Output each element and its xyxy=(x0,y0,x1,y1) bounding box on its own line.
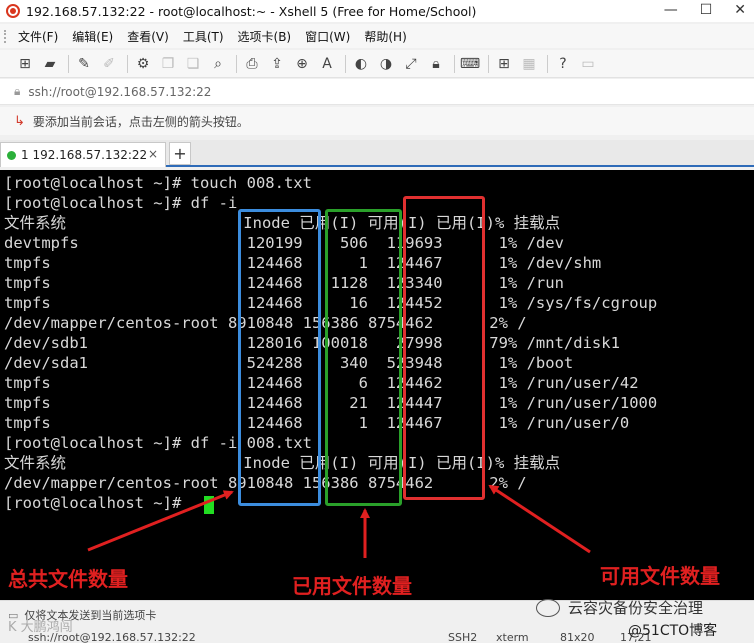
copy-icon[interactable]: ❐ xyxy=(157,53,179,75)
status-term: xterm xyxy=(496,631,529,643)
toolbar-separator xyxy=(68,54,69,73)
status-size: 81x20 xyxy=(560,631,595,643)
new-tab-icon[interactable]: ⊞ xyxy=(493,53,515,75)
terminal-cursor xyxy=(204,496,214,514)
toolbar-separator xyxy=(547,54,548,73)
menu-window[interactable]: 窗口(W) xyxy=(305,28,350,45)
menu-file[interactable]: 文件(F) xyxy=(18,28,58,45)
transfer-icon[interactable]: ⇪ xyxy=(266,53,288,75)
connected-status-icon xyxy=(7,150,16,160)
font-icon[interactable]: A xyxy=(316,53,338,75)
maximize-button[interactable]: ☐ xyxy=(700,2,713,18)
address-text: ssh://root@192.168.57.132:22 xyxy=(28,84,212,99)
tab-bar: 1 192.168.57.132:22 × + xyxy=(0,140,754,167)
menu-edit[interactable]: 编辑(E) xyxy=(72,28,113,45)
menu-view[interactable]: 查看(V) xyxy=(127,28,169,45)
window-title: 192.168.57.132:22 - root@localhost:~ - X… xyxy=(26,3,477,19)
globe-icon[interactable]: ⊕ xyxy=(291,53,313,75)
open-folder-icon[interactable]: ▰ xyxy=(39,53,61,75)
toolbar: ⊞ ▰ ✎ ✐ ⚙ ❐ ❏ ⌕ ⎙ ⇪ ⊕ A ◐ ◑ ⤢ 🔒︎ ⌨ ⊞ ▦ ?… xyxy=(0,50,754,78)
status-protocol: SSH2 xyxy=(448,631,478,643)
address-bar[interactable]: 🔒︎ ssh://root@192.168.57.132:22 xyxy=(0,79,754,105)
minimize-button[interactable]: — xyxy=(664,2,678,18)
tab-close-icon[interactable]: × xyxy=(148,147,158,161)
wechat-icon xyxy=(536,598,560,617)
toolbar-separator xyxy=(127,54,128,73)
menu-bar: 文件(F) 编辑(E) 查看(V) 工具(T) 选项卡(B) 窗口(W) 帮助(… xyxy=(0,24,754,48)
xshell-logo-icon xyxy=(6,4,20,18)
toolbar-separator xyxy=(454,54,455,73)
toolbar-separator xyxy=(345,54,346,73)
title-bar: 192.168.57.132:22 - root@localhost:~ - X… xyxy=(0,0,754,22)
terminal-line: [root@localhost ~]# df -i xyxy=(4,194,238,212)
label-used-files: 已用文件数量 xyxy=(292,574,412,598)
inode-column-highlight xyxy=(238,209,321,506)
lock-icon: 🔒︎ xyxy=(14,84,21,98)
print-icon[interactable]: ⎙ xyxy=(241,53,263,75)
used-column-highlight xyxy=(325,209,402,506)
properties-icon[interactable]: ⚙ xyxy=(132,53,154,75)
help-icon[interactable]: ? xyxy=(552,53,574,75)
available-column-highlight xyxy=(403,196,485,500)
menu-help[interactable]: 帮助(H) xyxy=(364,28,406,45)
menu-tabs[interactable]: 选项卡(B) xyxy=(238,28,292,45)
watermark-wechat-text: 云容灾备份安全治理 xyxy=(568,599,704,617)
watermark-bottom-left: K 大鹏鸿闯 xyxy=(8,620,73,635)
xmanager-icon[interactable]: ◑ xyxy=(375,53,397,75)
watermark-blog: @51CTO博客 xyxy=(628,623,718,639)
disconnect-icon[interactable]: ✐ xyxy=(98,53,120,75)
window-controls: — ☐ ✕ xyxy=(664,2,746,18)
chat-icon[interactable]: ▭ xyxy=(577,53,599,75)
menu-grip-icon xyxy=(4,30,8,43)
find-icon[interactable]: ⌕ xyxy=(207,53,229,75)
xftp-icon[interactable]: ◐ xyxy=(350,53,372,75)
terminal-line: [root@localhost ~]# xyxy=(4,494,191,512)
terminal-line: tmpfs 124468 6 124462 1% /run/user/42 xyxy=(4,374,639,392)
add-session-arrow-icon[interactable]: ↳ xyxy=(14,114,25,129)
toolbar-separator xyxy=(236,54,237,73)
paste-icon[interactable]: ❏ xyxy=(182,53,204,75)
keyboard-icon[interactable]: ⌨ xyxy=(459,53,481,75)
new-tab-button[interactable]: + xyxy=(169,142,191,165)
label-total-files: 总共文件数量 xyxy=(8,567,128,591)
hint-bar: ↳ 要添加当前会话，点击左侧的箭头按钮。 xyxy=(0,107,754,135)
close-button[interactable]: ✕ xyxy=(734,2,746,18)
layout-icon[interactable]: ▦ xyxy=(518,53,540,75)
tab-session-1[interactable]: 1 192.168.57.132:22 × xyxy=(0,142,166,167)
label-available-files: 可用文件数量 xyxy=(600,564,720,588)
fullscreen-icon[interactable]: ⤢ xyxy=(400,53,422,75)
terminal-line: [root@localhost ~]# touch 008.txt xyxy=(4,174,312,192)
connect-icon[interactable]: ✎ xyxy=(73,53,95,75)
toolbar-separator xyxy=(488,54,489,73)
tab-label: 1 192.168.57.132:22 xyxy=(21,148,148,162)
menu-tools[interactable]: 工具(T) xyxy=(183,28,224,45)
hint-text: 要添加当前会话，点击左侧的箭头按钮。 xyxy=(32,114,249,129)
watermark-wechat: 云容灾备份安全治理 xyxy=(536,597,703,618)
lock-icon[interactable]: 🔒︎ xyxy=(425,53,447,75)
new-session-icon[interactable]: ⊞ xyxy=(14,53,36,75)
